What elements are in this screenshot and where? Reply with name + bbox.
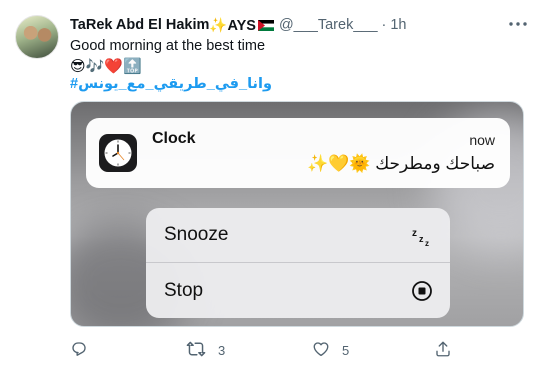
- handle[interactable]: @___Tarek___: [279, 17, 378, 33]
- tweet-actions: 3 5: [70, 340, 530, 362]
- heart-icon: [312, 340, 330, 361]
- tweet: TaRek Abd El Hakim ✨AYS @___Tarek___ · 1…: [0, 0, 544, 365]
- stop-option: Stop: [146, 263, 450, 318]
- clock-icon: [99, 134, 137, 172]
- retweet-icon: [186, 340, 206, 361]
- tweet-text: Good morning at the best time: [70, 38, 266, 54]
- separator: ·: [381, 17, 387, 33]
- timestamp[interactable]: 1h: [390, 17, 406, 33]
- share-icon: [434, 340, 452, 361]
- snooze-label: Snooze: [164, 224, 229, 245]
- reply-button[interactable]: [70, 340, 88, 360]
- hashtag-link[interactable]: #وانا_في_طريقي_مع_يونس: [70, 76, 272, 92]
- reply-icon: [70, 340, 88, 361]
- snooze-option: Snooze z z z: [146, 208, 450, 263]
- flag-icon: [257, 19, 274, 31]
- notification-message: ✨💛🌞 صباحك ومطرحك: [306, 154, 495, 173]
- clock-notification: Clock now ✨💛🌞 صباحك ومطرحك: [86, 118, 510, 188]
- avatar[interactable]: [15, 15, 59, 59]
- svg-text:z: z: [425, 239, 429, 247]
- svg-text:z: z: [419, 234, 424, 244]
- tweet-image[interactable]: Clock now ✨💛🌞 صباحك ومطرحك Snooze z z z …: [70, 101, 524, 327]
- alarm-action-menu: Snooze z z z Stop: [146, 208, 450, 318]
- svg-text:z: z: [412, 228, 417, 239]
- retweet-count: 3: [218, 342, 226, 358]
- tweet-emojis: 😎🎶❤️🔝: [70, 58, 142, 75]
- notification-app-name: Clock: [152, 130, 196, 147]
- like-count: 5: [342, 342, 350, 358]
- retweet-button[interactable]: 3: [186, 340, 225, 360]
- tweet-header: TaRek Abd El Hakim ✨AYS @___Tarek___ · 1…: [70, 15, 407, 35]
- share-button[interactable]: [434, 340, 452, 360]
- notification-time: now: [469, 132, 495, 148]
- display-name[interactable]: TaRek Abd El Hakim: [70, 17, 209, 33]
- stop-icon: [410, 279, 434, 303]
- display-name-suffix[interactable]: ✨AYS: [209, 17, 256, 34]
- like-button[interactable]: 5: [312, 340, 349, 360]
- more-options-icon[interactable]: [506, 14, 530, 34]
- stop-label: Stop: [164, 279, 204, 301]
- zzz-icon: z z z: [410, 224, 434, 248]
